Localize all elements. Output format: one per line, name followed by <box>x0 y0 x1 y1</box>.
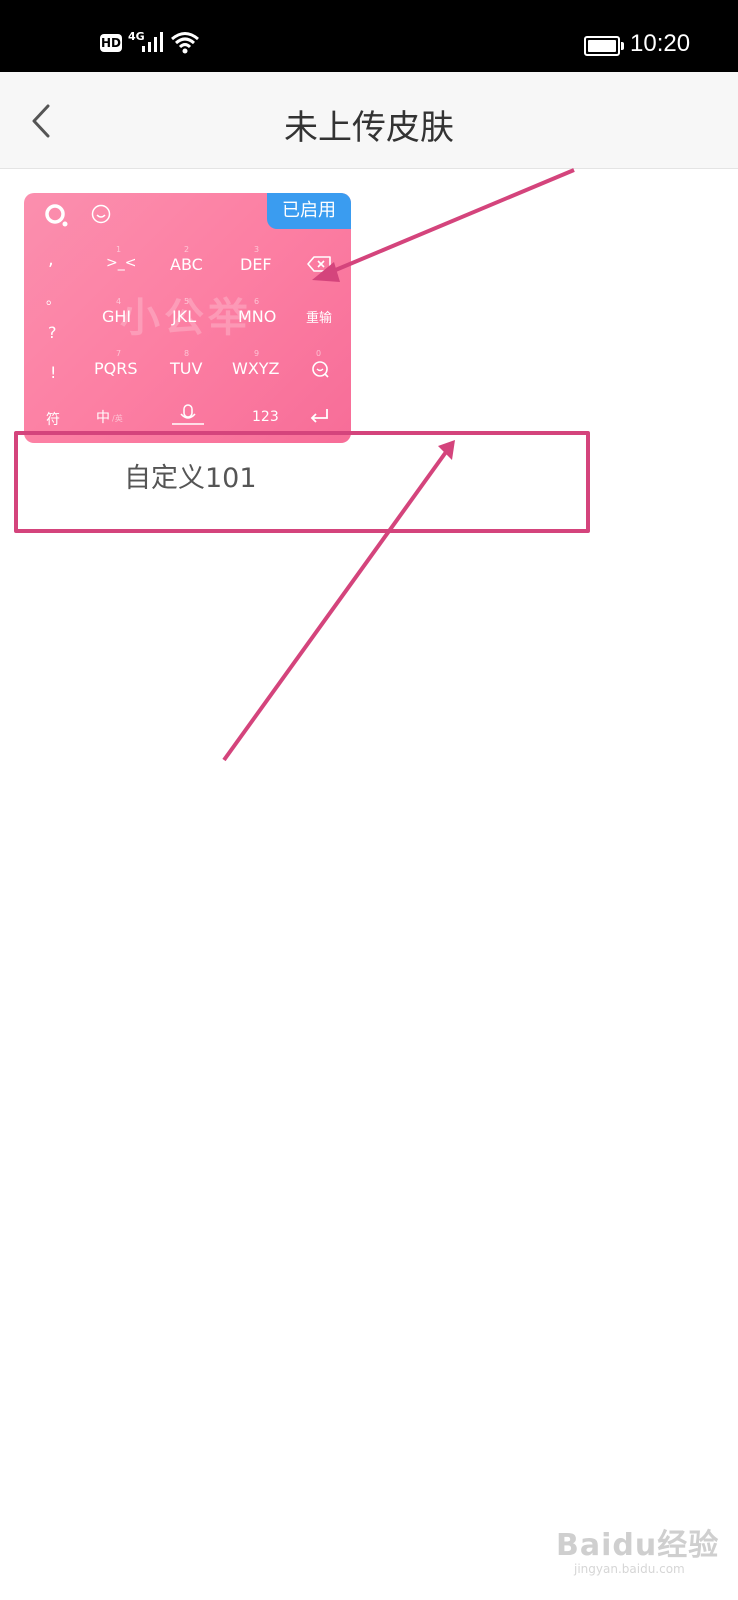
annotation-arrowhead <box>312 262 340 282</box>
annotation-arrows <box>222 168 575 762</box>
baidu-watermark: Baidu经验 <box>556 1528 720 1563</box>
annotation-arrow <box>222 450 448 762</box>
baidu-watermark-url: jingyan.baidu.com <box>574 1562 685 1576</box>
annotation-arrow <box>325 168 575 276</box>
